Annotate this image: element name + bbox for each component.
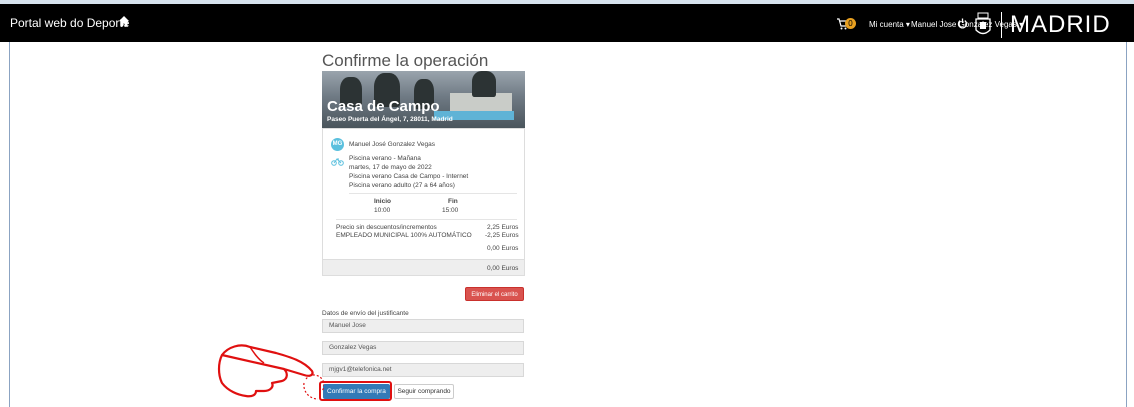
remove-cart-button[interactable]: Eliminar el carrito bbox=[465, 287, 524, 301]
divider bbox=[349, 193, 517, 194]
cart-count-badge: 0 bbox=[845, 18, 856, 29]
order-summary-card bbox=[322, 128, 525, 276]
navbar: Portal web do Deporte 0 Mi cuenta ▾ Manu… bbox=[0, 4, 1134, 42]
pointing-hand-icon bbox=[217, 344, 324, 400]
activity-icon bbox=[331, 158, 344, 166]
facility-name: Piscina verano Casa de Campo - Internet bbox=[349, 173, 469, 180]
continue-shopping-button[interactable]: Seguir comprando bbox=[394, 384, 454, 399]
madrid-logo: MADRID bbox=[1010, 11, 1111, 38]
discount-label: EMPLEADO MUNICIPAL 100% AUTOMÁTICO bbox=[336, 232, 472, 239]
user-avatar: MG bbox=[331, 138, 344, 151]
discount-value: -2,25 Euros bbox=[485, 232, 519, 239]
end-label: Fin bbox=[448, 198, 458, 205]
page-title: Confirme la operación bbox=[322, 51, 489, 70]
site-brand-link[interactable]: Portal web do Deporte bbox=[10, 16, 129, 30]
activity-name: Piscina verano - Mañana bbox=[349, 155, 421, 162]
divider bbox=[336, 219, 517, 220]
total-value: 0,00 Euros bbox=[487, 265, 519, 272]
subtotal-value: 0,00 Euros bbox=[487, 245, 519, 252]
venue-banner-image: Casa de Campo Paseo Puerta del Ángel, 7,… bbox=[322, 71, 525, 128]
power-icon[interactable] bbox=[957, 18, 968, 29]
booking-date: martes, 17 de mayo de 2022 bbox=[349, 164, 432, 171]
venue-name: Casa de Campo bbox=[327, 98, 440, 115]
booking-user-name: Manuel José Gonzalez Vegas bbox=[349, 141, 435, 148]
start-time: 10:00 bbox=[374, 207, 391, 214]
navbar-divider bbox=[1001, 12, 1002, 38]
confirm-highlight-box bbox=[319, 381, 392, 401]
email-field[interactable]: mjgv1@telefonica.net bbox=[322, 363, 524, 377]
receipt-section-label: Datos de envío del justificante bbox=[322, 310, 409, 317]
start-label: Inicio bbox=[374, 198, 391, 205]
price-label: Precio sin descuentos/incrementos bbox=[336, 224, 437, 231]
end-time: 15:00 bbox=[442, 207, 459, 214]
price-value: 2,25 Euros bbox=[487, 224, 519, 231]
banner-tree bbox=[472, 71, 496, 97]
my-account-menu[interactable]: Mi cuenta ▾ bbox=[869, 20, 910, 29]
last-name-field[interactable]: Gonzalez Vegas bbox=[322, 341, 524, 355]
first-name-field[interactable]: Manuel Jose bbox=[322, 319, 524, 333]
madrid-crest-icon bbox=[975, 12, 991, 35]
ticket-type: Piscina verano adulto (27 a 64 años) bbox=[349, 182, 455, 189]
frame-border-left bbox=[9, 42, 10, 407]
home-icon[interactable] bbox=[118, 15, 130, 27]
frame-border-right bbox=[1126, 42, 1127, 407]
venue-address: Paseo Puerta del Ángel, 7, 28011, Madrid bbox=[327, 116, 453, 123]
